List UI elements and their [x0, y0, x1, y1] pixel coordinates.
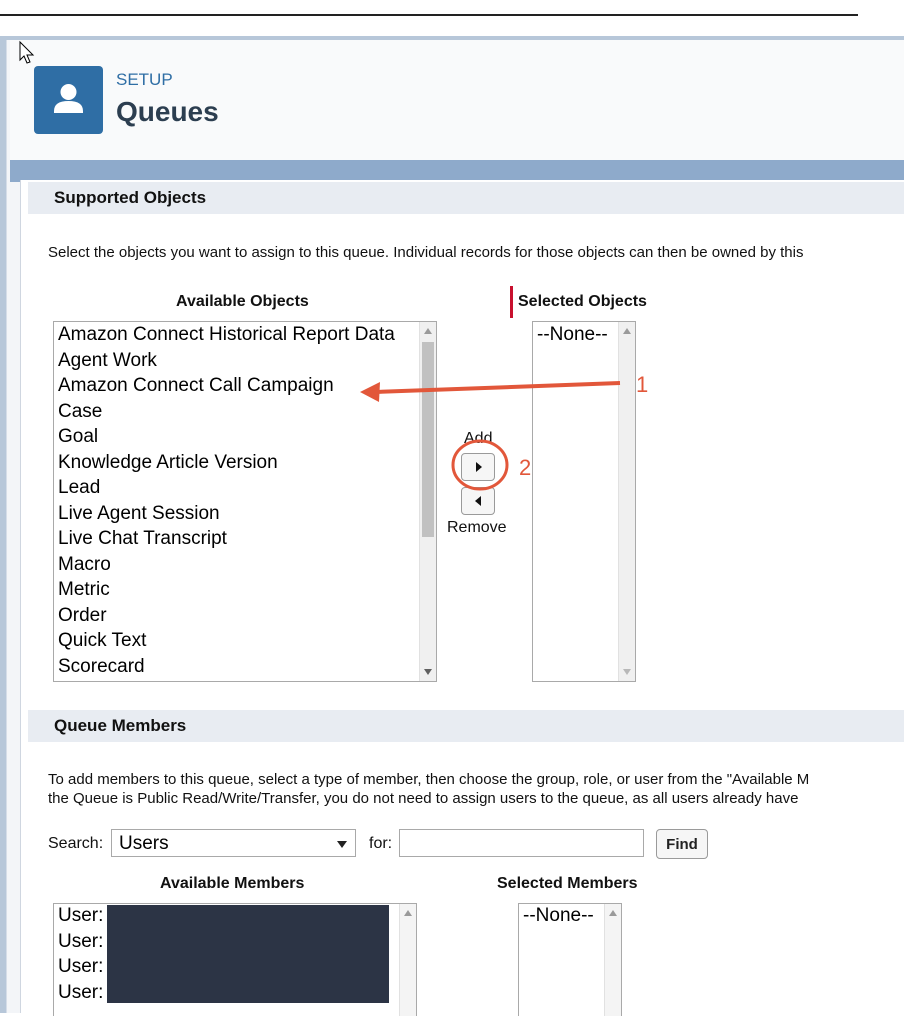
- annotation-step-2: 2: [519, 455, 532, 480]
- annotation-circle: [451, 439, 509, 491]
- annotation-overlay: [19, 40, 621, 491]
- annotation-arrow-head: [360, 382, 380, 402]
- annotation-step-1: 1: [636, 372, 649, 397]
- annotation-arrow: [374, 381, 621, 394]
- mouse-cursor-icon: [19, 40, 35, 64]
